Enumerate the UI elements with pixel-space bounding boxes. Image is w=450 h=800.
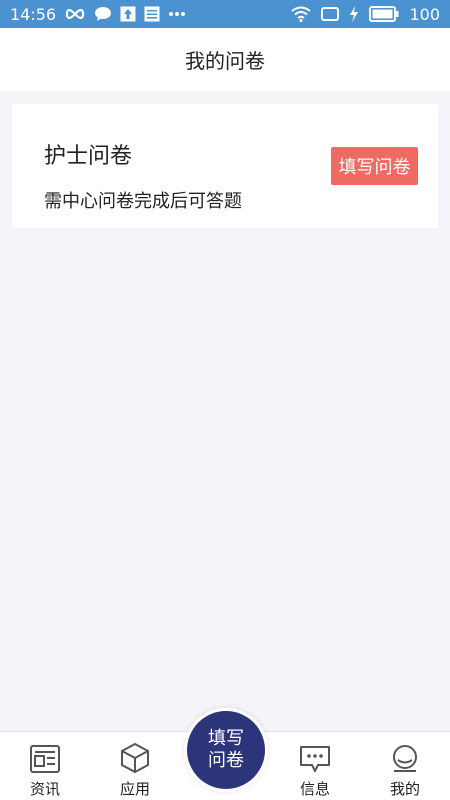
tab-messages[interactable]: 信息 (280, 740, 350, 799)
tab-news[interactable]: 资讯 (10, 740, 80, 799)
charging-icon (349, 6, 359, 22)
page-title: 我的问卷 (185, 49, 265, 73)
page-header: 我的问卷 (0, 28, 450, 91)
card-subtitle: 需中心问卷完成后可答题 (44, 191, 242, 212)
chat-bubble-icon (94, 6, 112, 22)
fill-questionnaire-button[interactable]: 填写问卷 (331, 147, 418, 185)
battery-icon (369, 6, 399, 22)
status-time: 14:56 (10, 4, 57, 24)
message-icon (298, 740, 332, 774)
upload-icon (120, 6, 136, 22)
center-button-line1: 填写 (208, 728, 244, 749)
center-button-line2: 问卷 (208, 750, 244, 771)
questionnaire-card: 护士问卷 需中心问卷完成后可答题 填写问卷 (12, 104, 438, 228)
tab-apps[interactable]: 应用 (100, 740, 170, 799)
fill-questionnaire-center-button[interactable]: 填写 问卷 (187, 711, 265, 789)
more-icon (168, 11, 186, 17)
news-icon (29, 740, 61, 774)
infinity-icon (64, 8, 86, 20)
cube-icon (120, 740, 150, 774)
card-title: 护士问卷 (44, 144, 133, 169)
tab-mine[interactable]: 我的 (370, 740, 440, 799)
screen-icon (321, 7, 340, 21)
battery-level: 100 (409, 4, 440, 24)
profile-icon (390, 740, 420, 774)
status-bar: 14:56 100 (0, 0, 450, 28)
tab-mine-label: 我的 (389, 780, 420, 798)
news-icon (144, 6, 160, 22)
tab-news-label: 资讯 (29, 780, 60, 798)
wifi-icon (291, 6, 312, 22)
tab-messages-label: 信息 (299, 780, 330, 798)
tab-apps-label: 应用 (119, 780, 150, 798)
